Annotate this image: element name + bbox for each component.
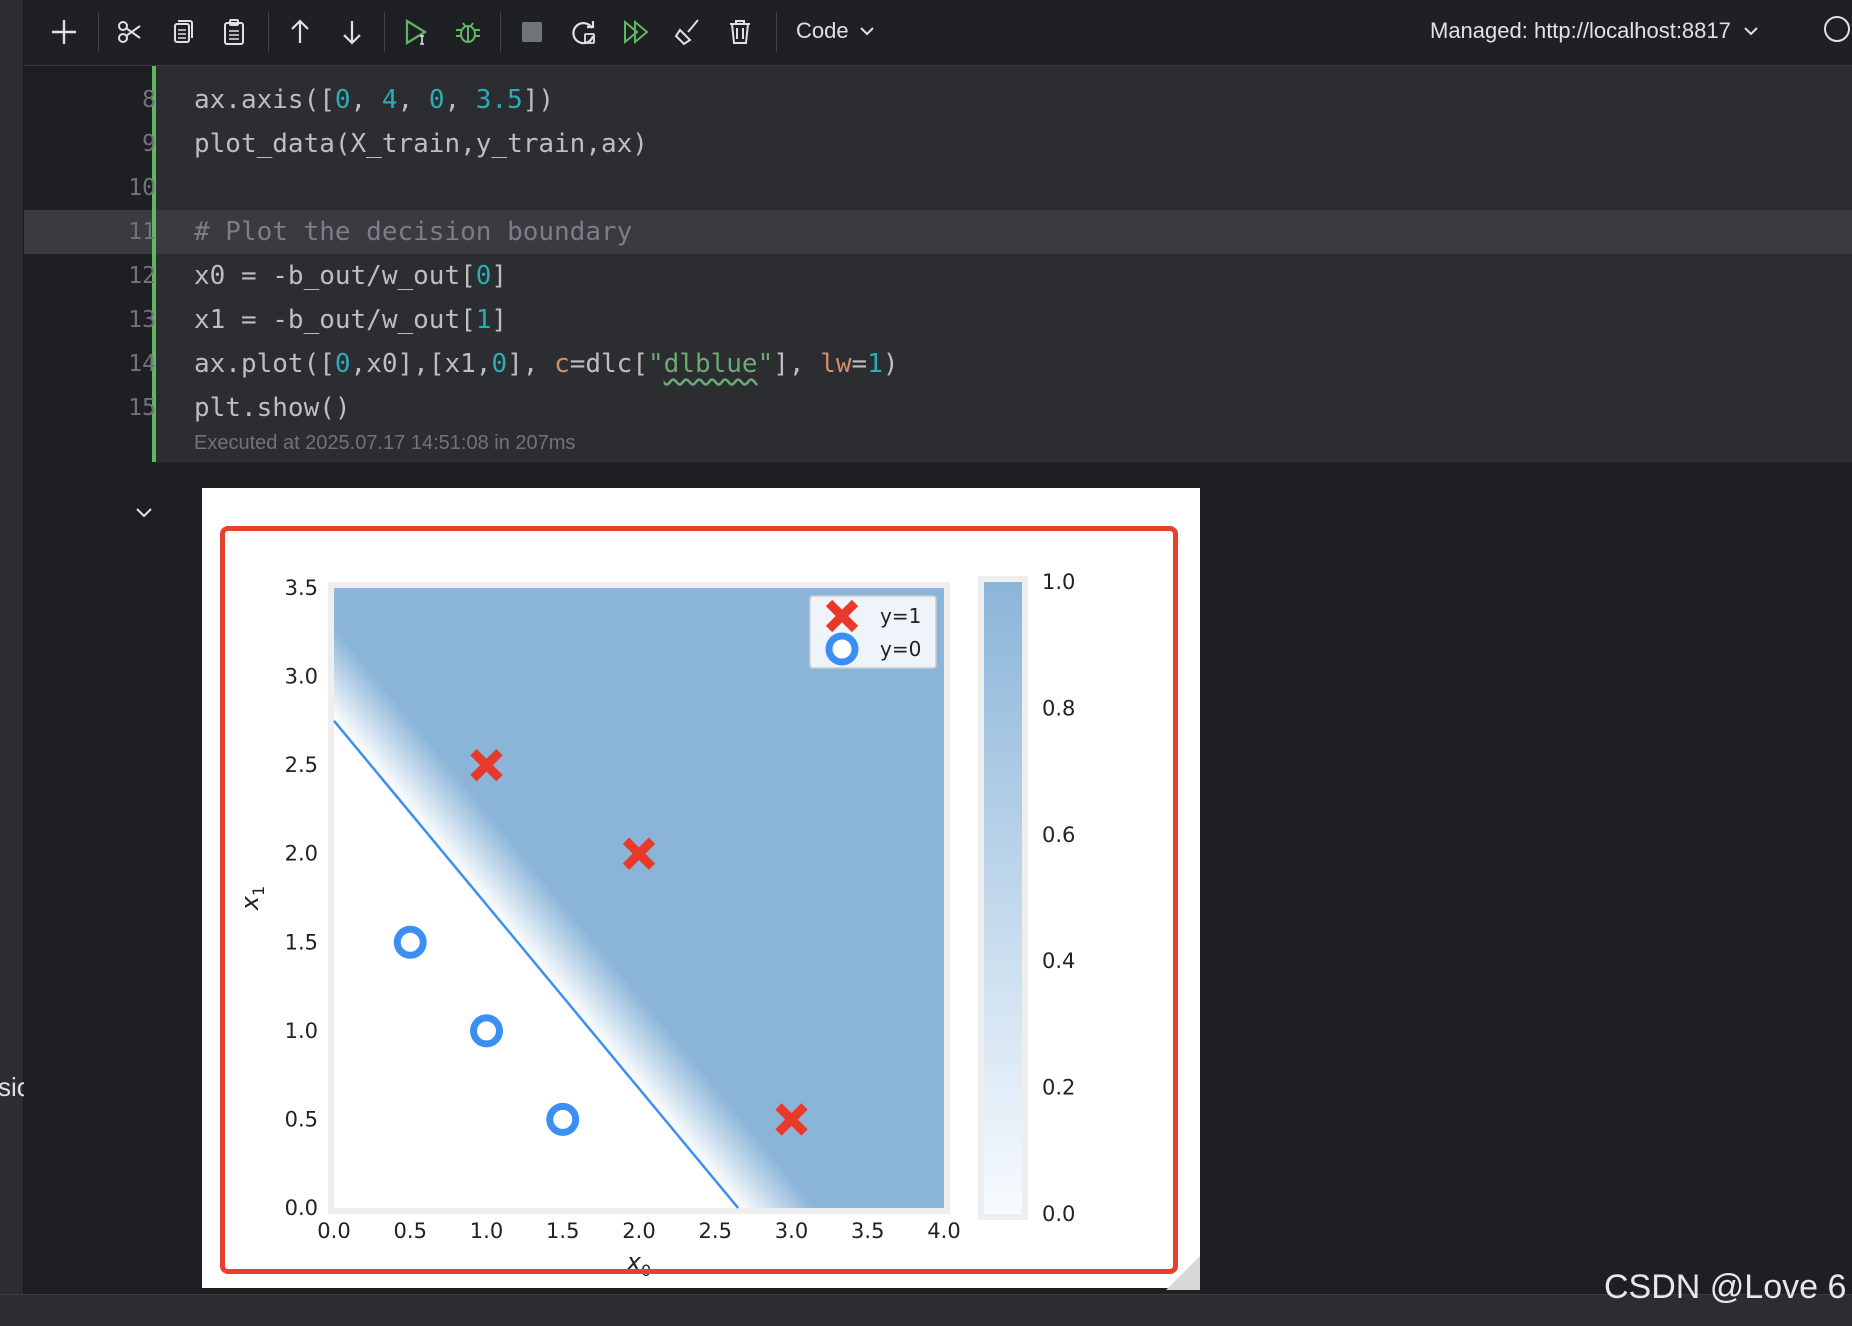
code-text: # Plot the decision boundary [194, 217, 633, 247]
cell-type-dropdown[interactable]: Code [796, 18, 875, 44]
kernel-status[interactable]: P [1824, 16, 1852, 42]
watermark-text: CSDN @Love 6 [1604, 1268, 1847, 1306]
line-number: 14 [128, 351, 156, 377]
line-number: 10 [128, 175, 156, 201]
code-line[interactable]: 11 # Plot the decision boundary [24, 210, 1852, 254]
line-number: 12 [128, 263, 156, 289]
code-line[interactable]: 15 plt.show() [24, 386, 1852, 430]
cell-type-label: Code [796, 18, 849, 43]
restart-kernel-icon[interactable] [564, 12, 604, 52]
code-line[interactable]: 14 ax.plot([0,x0],[x1,0], c=dlc["dlblue"… [24, 342, 1852, 386]
line-number: 15 [128, 395, 156, 421]
toolbar-separator [98, 12, 99, 52]
status-bar [0, 1294, 1852, 1326]
debug-icon[interactable] [448, 12, 488, 52]
add-cell-icon[interactable] [44, 12, 84, 52]
toolbar-separator [384, 12, 385, 52]
toolbar-separator [776, 12, 777, 52]
run-cell-icon[interactable] [396, 12, 436, 52]
code-line[interactable]: 10 [24, 166, 1852, 210]
code-text: x0 = -b_out/w_out[0] [194, 261, 508, 291]
line-number: 9 [142, 131, 156, 157]
annotation-red-frame [220, 526, 1178, 1274]
code-text: ax.axis([0, 4, 0, 3.5]) [194, 85, 555, 115]
cut-icon[interactable] [110, 12, 150, 52]
notebook-toolbar: Code Managed: http://localhost:8817 P [24, 0, 1852, 66]
line-number: 13 [128, 307, 156, 333]
toolbar-separator [268, 12, 269, 52]
code-line[interactable]: 12 x0 = -b_out/w_out[0] [24, 254, 1852, 298]
collapse-output-icon[interactable] [132, 500, 156, 524]
execution-info: Executed at 2025.07.17 14:51:08 in 207ms [194, 432, 576, 454]
code-line[interactable]: 8 ax.axis([0, 4, 0, 3.5]) [24, 78, 1852, 122]
code-text: plt.show() [194, 393, 351, 423]
copy-icon[interactable] [162, 12, 202, 52]
chevron-down-icon [859, 27, 874, 36]
code-text: plot_data(X_train,y_train,ax) [194, 129, 648, 159]
paste-icon[interactable] [214, 12, 254, 52]
delete-cell-icon[interactable] [720, 12, 760, 52]
resize-handle-icon[interactable] [1160, 1250, 1200, 1290]
line-number: 11 [128, 219, 156, 245]
code-text: x1 = -b_out/w_out[1] [194, 305, 508, 335]
run-all-icon[interactable] [616, 12, 656, 52]
code-line[interactable]: 9 plot_data(X_train,y_train,ax) [24, 122, 1852, 166]
kernel-idle-icon [1824, 16, 1850, 42]
left-gutter-strip: sio [0, 0, 31, 1326]
code-line[interactable]: 13 x1 = -b_out/w_out[1] [24, 298, 1852, 342]
move-down-icon[interactable] [332, 12, 372, 52]
chevron-down-icon [1744, 27, 1758, 36]
stop-icon[interactable] [512, 12, 552, 52]
toolbar-separator [500, 12, 501, 52]
clear-outputs-icon[interactable] [668, 12, 708, 52]
server-selector[interactable]: Managed: http://localhost:8817 [1430, 18, 1759, 44]
move-up-icon[interactable] [280, 12, 320, 52]
line-number: 8 [142, 87, 156, 113]
server-label: Managed: http://localhost:8817 [1430, 18, 1731, 43]
code-text: ax.plot([0,x0],[x1,0], c=dlc["dlblue"], … [194, 349, 899, 379]
